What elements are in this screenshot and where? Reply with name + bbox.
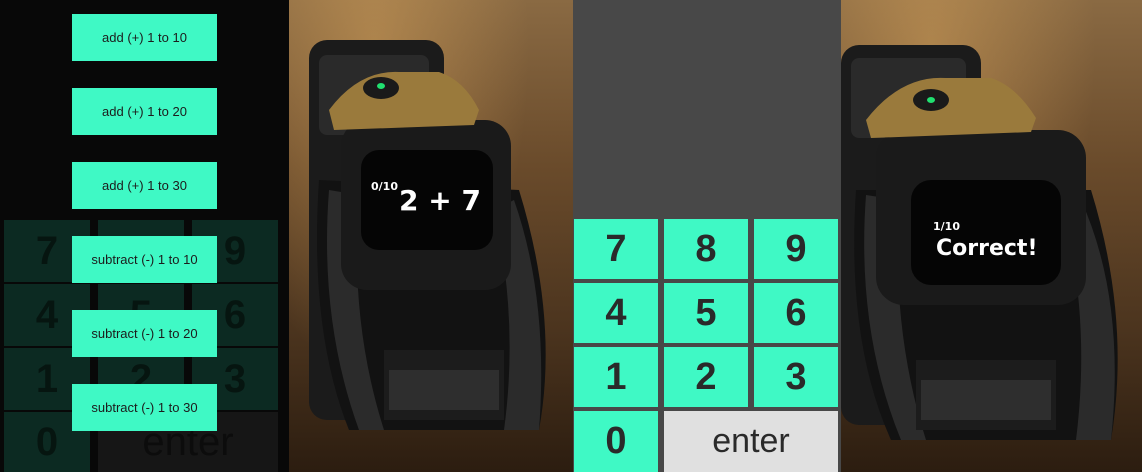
subtract-1-to-20-button[interactable]: subtract (-) 1 to 20 [72,310,217,357]
add-1-to-10-button[interactable]: add (+) 1 to 10 [72,14,217,61]
key-9[interactable]: 9 [754,219,838,279]
key-6[interactable]: 6 [754,283,838,343]
robot-photo-result: 1/10 Correct! [841,0,1142,472]
add-1-to-30-button[interactable]: add (+) 1 to 30 [72,162,217,209]
enter-button[interactable]: enter [664,411,838,472]
key-5[interactable]: 5 [664,283,748,343]
robot-problem-text: 2 + 7 [399,184,481,217]
robot-result-text: Correct! [936,236,1037,261]
robot-progress-text: 1/10 [933,220,960,233]
add-1-to-20-button[interactable]: add (+) 1 to 20 [72,88,217,135]
robot-photo-problem: 0/10 2 + 7 [289,0,573,472]
key-1[interactable]: 1 [574,347,658,407]
key-4[interactable]: 4 [574,283,658,343]
robot-photo: 1/10 Correct! [841,45,1118,440]
menu-screen: 7 8 9 4 5 6 1 2 3 0 enter add (+) 1 to 1… [0,0,289,472]
subtract-1-to-10-button[interactable]: subtract (-) 1 to 10 [72,236,217,283]
key-0[interactable]: 0 [574,411,658,472]
key-7[interactable]: 7 [574,219,658,279]
robot-progress-text: 0/10 [371,180,398,193]
key-8[interactable]: 8 [664,219,748,279]
keypad-screen: 7 8 9 4 5 6 1 2 3 0 enter [573,0,841,472]
subtract-1-to-30-button[interactable]: subtract (-) 1 to 30 [72,384,217,431]
green-led-icon [927,97,935,103]
green-led-icon [377,83,385,89]
robot-photo: 0/10 2 + 7 [309,40,546,430]
key-3[interactable]: 3 [754,347,838,407]
key-2[interactable]: 2 [664,347,748,407]
